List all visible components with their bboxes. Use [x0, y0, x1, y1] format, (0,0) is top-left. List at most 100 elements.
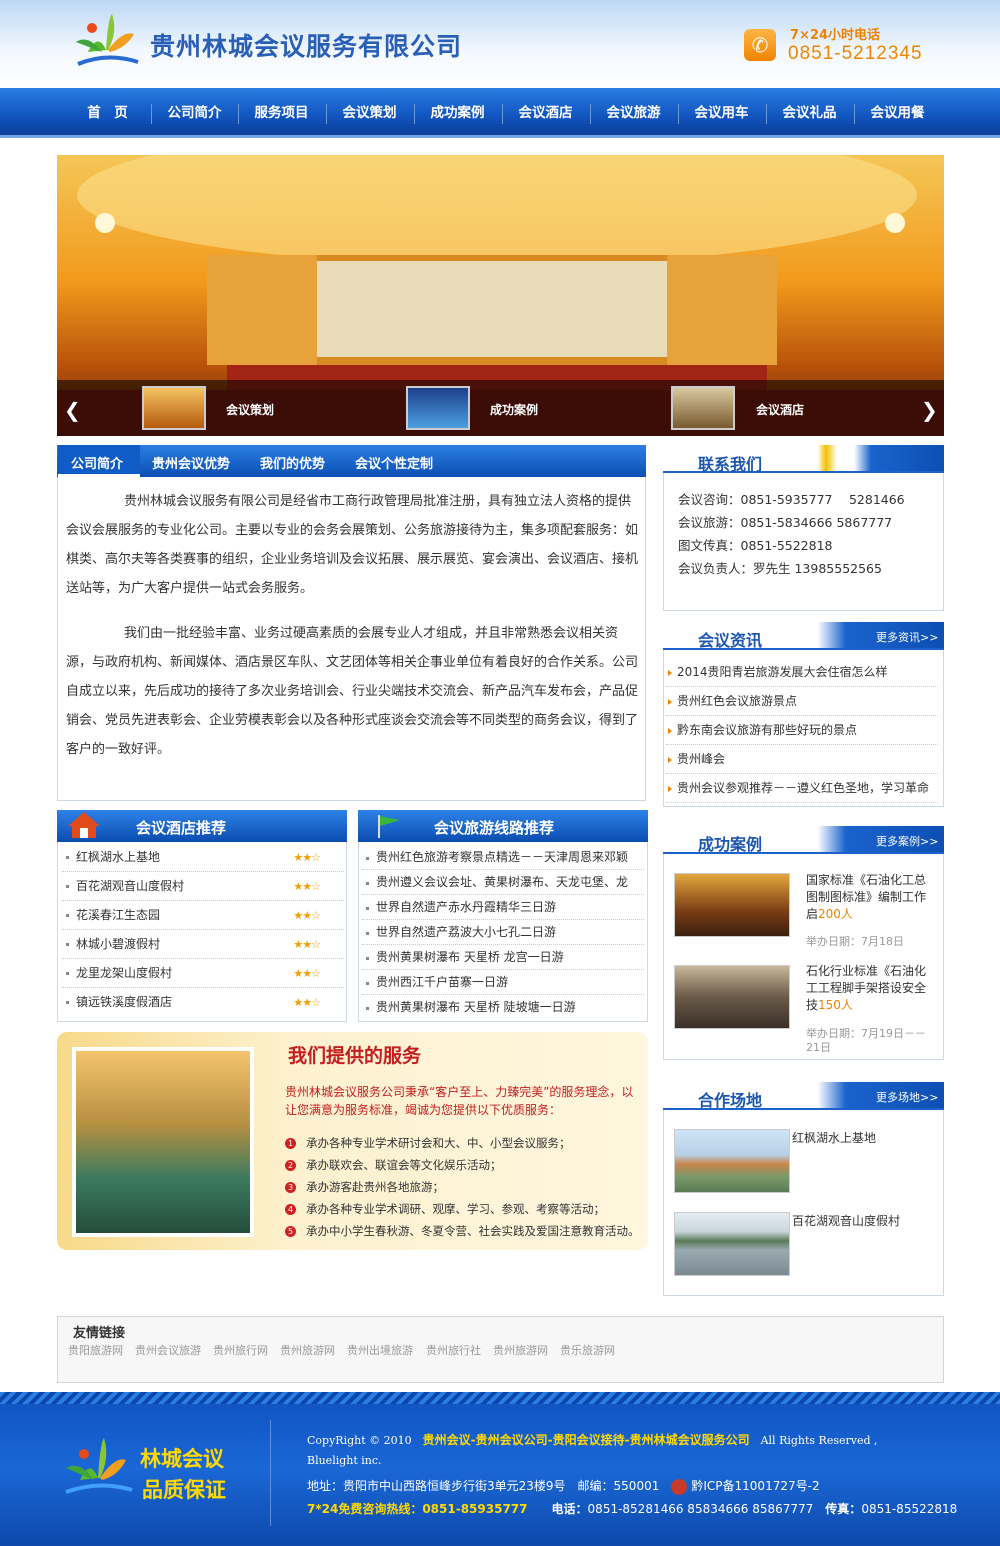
venue-2-name[interactable]: 百花湖观音山度假村	[792, 1212, 900, 1229]
friend-link[interactable]: 贵州旅行社	[426, 1342, 481, 1358]
tab-our-advantages[interactable]: 我们的优势	[260, 453, 325, 472]
copyright-line: CopyRight © 2010 贵州会议-贵州会议公司-贵阳会议接待-贵州林城…	[307, 1431, 878, 1448]
contact-fax: 图文传真：0851-5522818	[678, 538, 833, 553]
route-item[interactable]: 世界自然遗产赤水丹霞精华三日游	[362, 895, 644, 920]
hotel-name[interactable]: 红枫湖水上基地	[76, 850, 160, 864]
case-2-count: 150人	[818, 998, 853, 1012]
hotel-name[interactable]: 百花湖观音山度假村	[76, 879, 184, 893]
case-1-date: 举办日期：7月18日	[806, 935, 904, 948]
cases-title: 成功案例	[698, 835, 763, 854]
thumb-planning-image[interactable]	[142, 386, 206, 430]
news-item[interactable]: 贵州峰会	[666, 745, 938, 774]
about-tab-bar	[57, 445, 646, 477]
case-1-image[interactable]	[674, 873, 790, 937]
tab-company-profile[interactable]: 公司简介	[71, 453, 123, 472]
service-item: 3 承办游客赴贵州各地旅游；	[285, 1179, 444, 1195]
friend-link[interactable]: 贵州旅行网	[213, 1342, 268, 1358]
news-item[interactable]: 贵州红色会议旅游景点	[666, 687, 938, 716]
hotel-name[interactable]: 龙里龙架山度假村	[76, 966, 172, 980]
logo-leaf-icon[interactable]	[68, 12, 146, 70]
service-item: 4 承办各种专业学术调研、观摩、学习、参观、考察等活动；	[285, 1201, 605, 1217]
contact-meeting-phone: 会议咨询：0851-5935777 5281466	[678, 492, 905, 507]
service-item: 5 承办中小学生春秋游、冬夏令营、社会实践及爱国注意教育活动。	[285, 1223, 640, 1239]
service-item: 1 承办各种专业学术研讨会和大、中、小型会议服务；	[285, 1135, 571, 1151]
hotel-item[interactable]: 百花湖观音山度假村 ★★☆	[62, 872, 344, 901]
nav-item-cars[interactable]: 会议用车	[678, 88, 765, 138]
route-item[interactable]: 贵州遵义会议会址、黄果树瀑布、天龙屯堡、龙	[362, 870, 644, 895]
hotel-name[interactable]: 花溪春江生态园	[76, 908, 160, 922]
service-text: 承办各种专业学术调研、观摩、学习、参观、考察等活动；	[306, 1202, 605, 1216]
nav-item-planning[interactable]: 会议策划	[326, 88, 413, 138]
route-item[interactable]: 贵州红色旅游考察景点精选－－天津周恩来邓颖	[362, 845, 644, 870]
friend-link[interactable]: 贵州会议旅游	[135, 1342, 201, 1358]
friend-link[interactable]: 贵阳旅游网	[68, 1342, 123, 1358]
news-title: 会议资讯	[698, 631, 763, 650]
about-paragraph-1: 贵州林城会议服务有限公司是经省市工商行政管理局批准注册，具有独立法人资格的提供会…	[66, 494, 639, 596]
hotline-label: 7×24小时电话	[790, 28, 881, 43]
venues-more-link[interactable]: 更多场地>>	[876, 1089, 938, 1105]
news-item[interactable]: 贵州会议参观推荐－－遵义红色圣地，学习革命	[666, 774, 938, 803]
service-text: 承办联欢会、联谊会等文化娱乐活动；	[306, 1158, 502, 1172]
nav-item-travel[interactable]: 会议旅游	[590, 88, 677, 138]
nav-item-about[interactable]: 公司简介	[151, 88, 238, 138]
tab-custom-meetings[interactable]: 会议个性定制	[355, 453, 433, 472]
hotel-item[interactable]: 镇远铁溪度假酒店 ★★☆	[62, 988, 344, 1017]
thumb-planning-label[interactable]: 会议策划	[226, 401, 274, 418]
footer-phone-label: 电话：	[551, 1502, 588, 1516]
footer-fax: 0851-85522818	[861, 1502, 958, 1516]
friend-link[interactable]: 贵州旅游网	[280, 1342, 335, 1358]
service-item: 2 承办联欢会、联谊会等文化娱乐活动；	[285, 1157, 502, 1173]
phone-icon: ✆	[744, 29, 776, 61]
route-item[interactable]: 贵州黄果树瀑布 天星桥 陡坡塘一日游	[362, 995, 644, 1020]
hotel-name[interactable]: 林城小碧渡假村	[76, 937, 160, 951]
number-1-icon: 1	[285, 1138, 296, 1149]
venue-2-image[interactable]	[674, 1212, 790, 1276]
hotel-item[interactable]: 龙里龙架山度假村 ★★☆	[62, 959, 344, 988]
footer-phone: 0851-85281466 85834666 85867777	[587, 1502, 814, 1516]
route-item[interactable]: 世界自然遗产荔波大小七孔二日游	[362, 920, 644, 945]
copyright-line-2: Bluelight inc.	[307, 1454, 382, 1467]
house-icon	[68, 812, 100, 838]
nav-item-cases[interactable]: 成功案例	[414, 88, 501, 138]
news-item[interactable]: 黔东南会议旅游有那些好玩的景点	[666, 716, 938, 745]
service-text: 承办游客赴贵州各地旅游；	[306, 1180, 444, 1194]
tab-guizhou-advantages[interactable]: 贵州会议优势	[152, 453, 230, 472]
nav-item-services[interactable]: 服务项目	[238, 88, 325, 138]
banner-prev-arrow-icon[interactable]: ❮	[64, 398, 81, 422]
thumb-cases-image[interactable]	[406, 386, 470, 430]
venue-1-name[interactable]: 红枫湖水上基地	[792, 1129, 876, 1146]
hotel-item[interactable]: 红枫湖水上基地 ★★☆	[62, 843, 344, 872]
cases-more-link[interactable]: 更多案例>>	[876, 833, 938, 849]
friend-link[interactable]: 贵州旅游网	[493, 1342, 548, 1358]
news-more-link[interactable]: 更多资讯>>	[876, 629, 938, 645]
copyright-links[interactable]: 贵州会议-贵州会议公司-贵阳会议接待-贵州林城会议服务公司	[423, 1433, 750, 1447]
route-item[interactable]: 贵州西江千户苗寨一日游	[362, 970, 644, 995]
footer-icp[interactable]: 黔ICP备11001727号-2	[691, 1479, 819, 1493]
nav-item-dining[interactable]: 会议用餐	[854, 88, 941, 138]
friend-link[interactable]: 贵乐旅游网	[560, 1342, 615, 1358]
thumb-cases-label[interactable]: 成功案例	[490, 401, 538, 418]
banner-next-arrow-icon[interactable]: ❯	[921, 398, 938, 422]
company-name: 贵州林城会议服务有限公司	[150, 32, 463, 61]
hotel-item[interactable]: 花溪春江生态园 ★★☆	[62, 901, 344, 930]
footer-address-line: 地址：贵阳市中山西路恒峰步行街3单元23楼9号 邮编：550001 黔ICP备1…	[307, 1477, 820, 1495]
footer-hotline: 7*24免费咨询热线：0851-85935777	[307, 1502, 528, 1516]
news-item[interactable]: 2014贵阳青岩旅游发展大会住宿怎么样	[666, 658, 938, 687]
thumb-hotels-image[interactable]	[671, 386, 735, 430]
case-2-title[interactable]: 石化行业标准《石油化工工程脚手架搭设安全技150人	[806, 963, 934, 1014]
nav-item-home[interactable]: 首 页	[64, 88, 151, 138]
hotel-name[interactable]: 镇远铁溪度假酒店	[76, 995, 172, 1009]
nav-item-gifts[interactable]: 会议礼品	[766, 88, 853, 138]
case-1-title[interactable]: 国家标准《石油化工总图制图标准》编制工作启200人	[806, 872, 934, 923]
venue-1-image[interactable]	[674, 1129, 790, 1193]
thumb-hotels-label[interactable]: 会议酒店	[756, 401, 804, 418]
contact-travel-phone: 会议旅游：0851-5834666 5867777	[678, 515, 893, 530]
friend-link[interactable]: 贵州出境旅游	[347, 1342, 413, 1358]
star-rating-icon: ★★☆	[293, 880, 321, 893]
route-item[interactable]: 贵州黄果树瀑布 天星桥 龙宫一日游	[362, 945, 644, 970]
services-intro: 贵州林城会议服务公司秉承“客户至上、力臻完美”的服务理念，以让您满意为服务标准，…	[285, 1085, 634, 1117]
nav-item-hotels[interactable]: 会议酒店	[502, 88, 589, 138]
case-2-image[interactable]	[674, 965, 790, 1029]
main-nav: 首 页 公司简介 服务项目 会议策划 成功案例 会议酒店 会议旅游 会议用车 会…	[0, 88, 1000, 138]
hotel-item[interactable]: 林城小碧渡假村 ★★☆	[62, 930, 344, 959]
